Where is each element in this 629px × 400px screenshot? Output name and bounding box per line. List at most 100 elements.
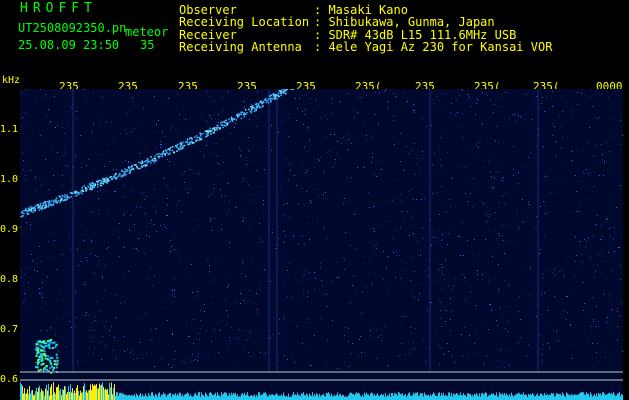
- trail-pixel: [237, 113, 239, 115]
- burst-pixel: [53, 360, 56, 363]
- noise-pixel: [606, 219, 607, 220]
- noise-pixel: [439, 345, 440, 346]
- noise-pixel: [50, 121, 51, 122]
- noise-pixel: [527, 166, 528, 167]
- noise-pixel: [410, 280, 411, 281]
- noise-pixel: [579, 241, 580, 242]
- floor-bar: [559, 394, 560, 400]
- noise-pixel: [201, 297, 202, 298]
- floor-bar: [249, 396, 250, 400]
- floor-bar: [382, 394, 383, 400]
- noise-pixel: [86, 165, 87, 166]
- floor-bar: [262, 394, 263, 400]
- noise-pixel: [563, 121, 564, 122]
- trail-pixel: [39, 204, 42, 206]
- noise-pixel: [490, 251, 491, 252]
- noise-pixel: [454, 362, 455, 363]
- noise-pixel: [24, 274, 25, 275]
- noise-pixel: [210, 152, 211, 153]
- floor-bar: [481, 393, 482, 400]
- noise-pixel: [113, 350, 114, 351]
- trail-pixel: [207, 129, 210, 132]
- noise-pixel: [82, 302, 83, 303]
- floor-bar: [304, 394, 305, 400]
- floor-bar: [284, 395, 285, 400]
- noise-pixel: [97, 191, 98, 192]
- floor-bar: [447, 396, 448, 400]
- floor-bar: [308, 396, 309, 400]
- noise-pixel: [189, 161, 190, 162]
- file-name: UT2508092350.pn: [18, 21, 127, 35]
- noise-pixel: [31, 170, 32, 171]
- trail-pixel: [50, 203, 52, 205]
- noise-pixel: [223, 110, 224, 111]
- noise-pixel: [395, 277, 396, 278]
- floor-bar: [168, 394, 169, 400]
- trail-pixel: [66, 196, 69, 199]
- noise-pixel: [444, 279, 445, 280]
- noise-pixel: [195, 338, 196, 339]
- noise-pixel: [253, 194, 254, 195]
- floor-bar: [517, 393, 518, 400]
- floor-bar: [501, 394, 502, 400]
- floor-bar: [285, 396, 286, 400]
- noise-pixel: [545, 213, 546, 214]
- trail-pixel: [269, 94, 272, 97]
- noise-pixel: [585, 314, 586, 315]
- noise-pixel: [505, 328, 506, 329]
- noise-pixel: [291, 355, 292, 356]
- floor-bar: [275, 394, 276, 400]
- floor-bar: [459, 394, 460, 400]
- noise-pixel: [487, 95, 488, 96]
- noise-pixel: [499, 235, 500, 236]
- noise-pixel: [566, 95, 567, 96]
- noise-pixel: [385, 221, 386, 222]
- noise-pixel: [84, 240, 85, 241]
- noise-pixel: [308, 291, 309, 292]
- burst-pixel: [51, 365, 53, 368]
- floor-bar: [331, 393, 332, 400]
- noise-pixel: [381, 161, 382, 162]
- floor-bar: [402, 393, 403, 400]
- floor-bar: [78, 390, 79, 400]
- floor-bar: [95, 385, 96, 400]
- noise-pixel: [457, 364, 458, 365]
- noise-pixel: [422, 158, 423, 159]
- noise-pixel: [567, 180, 568, 181]
- noise-pixel: [234, 338, 235, 339]
- floor-bar: [377, 393, 378, 400]
- meteor-burst: [35, 339, 59, 374]
- noise-pixel: [413, 110, 414, 111]
- floor-bar: [422, 393, 423, 400]
- noise-pixel: [257, 91, 258, 92]
- noise-pixel: [366, 135, 367, 136]
- noise-pixel: [309, 239, 310, 240]
- floor-bar: [452, 396, 453, 400]
- floor-bar: [355, 393, 356, 400]
- floor-bar: [486, 392, 487, 400]
- noise-pixel: [226, 310, 227, 311]
- noise-pixel: [572, 110, 573, 111]
- noise-pixel: [603, 175, 604, 176]
- floor-bar: [92, 383, 93, 400]
- noise-pixel: [411, 150, 412, 151]
- floor-bar: [381, 393, 382, 400]
- floor-bar: [268, 396, 269, 400]
- noise-pixel: [326, 365, 327, 366]
- floor-bar: [521, 393, 522, 400]
- noise-pixel: [188, 192, 189, 193]
- floor-bar: [21, 384, 22, 400]
- floor-bar: [28, 394, 29, 400]
- noise-pixel: [533, 102, 534, 103]
- noise-pixel: [230, 133, 231, 134]
- trail-pixel: [118, 173, 121, 176]
- floor-bar: [236, 395, 237, 400]
- floor-bar: [510, 396, 511, 400]
- floor-bar: [317, 394, 318, 400]
- noise-pixel: [125, 196, 126, 197]
- noise-pixel: [304, 147, 305, 148]
- noise-pixel: [518, 311, 519, 312]
- trail-pixel: [56, 201, 58, 204]
- noise-pixel: [471, 339, 472, 340]
- noise-pixel: [122, 197, 123, 198]
